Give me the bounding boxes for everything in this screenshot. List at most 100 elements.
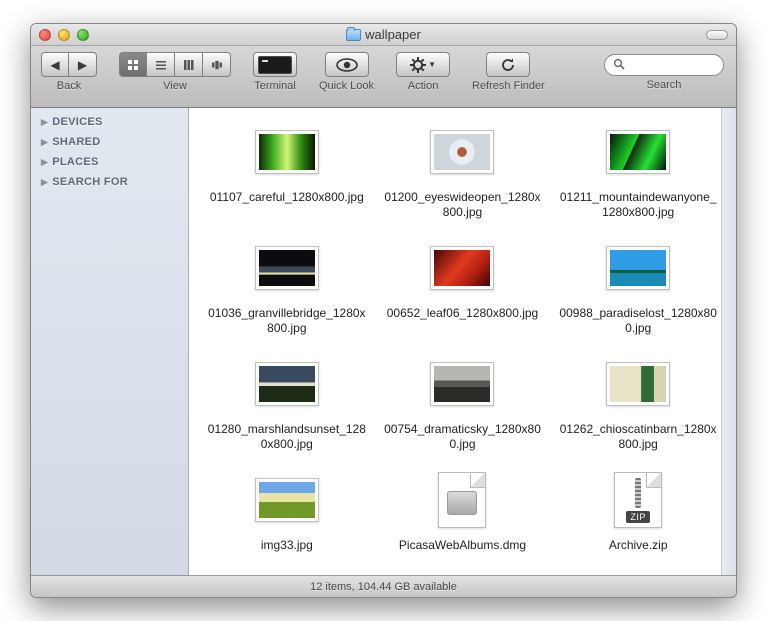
close-icon[interactable]	[39, 29, 51, 41]
file-thumbnail	[430, 352, 494, 416]
file-item[interactable]: img33.jpg	[199, 468, 375, 553]
image-thumbnail-icon	[430, 130, 494, 174]
finder-window: wallpaper ◀ ▶ Back	[30, 23, 737, 598]
action-button[interactable]: ▼	[396, 52, 450, 77]
zip-icon: ZIP	[614, 472, 662, 528]
back-button[interactable]: ◀	[41, 52, 69, 77]
sidebar-section-shared[interactable]: ▶ SHARED	[31, 132, 188, 152]
file-item[interactable]: 01036_granvillebridge_1280x800.jpg	[199, 236, 375, 336]
sidebar-label: SHARED	[52, 136, 100, 148]
search-input[interactable]	[604, 54, 724, 76]
search-group: Search	[604, 52, 724, 91]
minimize-icon[interactable]	[58, 29, 70, 41]
sidebar-label: SEARCH FOR	[52, 176, 128, 188]
image-thumbnail-icon	[255, 130, 319, 174]
file-thumbnail	[430, 120, 494, 184]
forward-button[interactable]: ▶	[69, 52, 97, 77]
view-label: View	[163, 80, 187, 92]
file-name: 01280_marshlandsunset_1280x800.jpg	[207, 422, 367, 452]
back-label: Back	[57, 80, 81, 92]
eye-icon	[336, 58, 358, 72]
file-thumbnail	[606, 236, 670, 300]
quicklook-button[interactable]	[325, 52, 369, 77]
image-thumbnail-icon	[255, 362, 319, 406]
toolbar: ◀ ▶ Back View	[31, 46, 736, 108]
column-view-button[interactable]	[175, 52, 203, 77]
file-thumbnail	[438, 468, 486, 532]
disclosure-icon: ▶	[41, 157, 48, 168]
file-content-area[interactable]: 01107_careful_1280x800.jpg 01200_eyeswide…	[189, 108, 736, 575]
action-group: ▼ Action	[396, 52, 450, 92]
image-thumbnail-icon	[255, 246, 319, 290]
file-name: 00754_dramaticsky_1280x800.jpg	[382, 422, 542, 452]
file-item[interactable]: 00652_leaf06_1280x800.jpg	[375, 236, 551, 336]
window-title: wallpaper	[31, 27, 736, 42]
image-thumbnail-icon	[606, 362, 670, 406]
file-name: Archive.zip	[609, 538, 668, 553]
image-thumbnail-icon	[255, 478, 319, 522]
status-bar: 12 items, 104.44 GB available	[31, 575, 736, 597]
zip-badge: ZIP	[626, 511, 650, 523]
window-controls	[39, 29, 89, 41]
file-name: img33.jpg	[261, 538, 313, 553]
view-group: View	[119, 52, 231, 92]
sidebar-section-places[interactable]: ▶ PLACES	[31, 152, 188, 172]
back-forward-group: ◀ ▶ Back	[41, 52, 97, 92]
terminal-button[interactable]	[253, 52, 297, 77]
file-item[interactable]: 01262_chioscatinbarn_1280x800.jpg	[550, 352, 726, 452]
search-icon	[613, 58, 625, 73]
chevron-down-icon: ▼	[428, 60, 436, 69]
file-name: 01107_careful_1280x800.jpg	[210, 190, 364, 205]
file-name: 01211_mountaindewanyone_1280x800.jpg	[558, 190, 718, 220]
file-item[interactable]: 00754_dramaticsky_1280x800.jpg	[375, 352, 551, 452]
window-body: ▶ DEVICES ▶ SHARED ▶ PLACES ▶ SEARCH FOR…	[31, 108, 736, 575]
file-name: 00652_leaf06_1280x800.jpg	[387, 306, 538, 321]
coverflow-view-button[interactable]	[203, 52, 231, 77]
sidebar-label: DEVICES	[52, 116, 102, 128]
action-label: Action	[408, 80, 439, 92]
sidebar-section-searchfor[interactable]: ▶ SEARCH FOR	[31, 172, 188, 192]
file-item[interactable]: ZIP Archive.zip	[550, 468, 726, 553]
refresh-icon	[500, 57, 516, 73]
file-name: 01262_chioscatinbarn_1280x800.jpg	[558, 422, 718, 452]
quicklook-group: Quick Look	[319, 52, 374, 92]
file-item[interactable]: 00988_paradiselost_1280x800.jpg	[550, 236, 726, 336]
file-thumbnail	[606, 120, 670, 184]
sidebar-section-devices[interactable]: ▶ DEVICES	[31, 112, 188, 132]
file-thumbnail	[606, 352, 670, 416]
file-name: 01200_eyeswideopen_1280x800.jpg	[382, 190, 542, 220]
zoom-icon[interactable]	[77, 29, 89, 41]
vertical-scrollbar[interactable]	[721, 108, 736, 575]
refresh-label: Refresh Finder	[472, 80, 545, 92]
terminal-icon	[258, 56, 292, 74]
refresh-button[interactable]	[486, 52, 530, 77]
file-item[interactable]: 01280_marshlandsunset_1280x800.jpg	[199, 352, 375, 452]
file-item[interactable]: 01107_careful_1280x800.jpg	[199, 120, 375, 220]
file-thumbnail	[255, 236, 319, 300]
file-grid: 01107_careful_1280x800.jpg 01200_eyeswide…	[189, 108, 736, 563]
window-title-text: wallpaper	[365, 27, 421, 42]
list-view-button[interactable]	[147, 52, 175, 77]
folder-icon	[346, 29, 361, 41]
file-item[interactable]: 01211_mountaindewanyone_1280x800.jpg	[550, 120, 726, 220]
file-thumbnail	[255, 120, 319, 184]
status-text: 12 items, 104.44 GB available	[310, 581, 457, 593]
terminal-label: Terminal	[254, 80, 296, 92]
quicklook-label: Quick Look	[319, 80, 374, 92]
image-thumbnail-icon	[606, 246, 670, 290]
file-thumbnail	[255, 468, 319, 532]
disclosure-icon: ▶	[41, 177, 48, 188]
file-item[interactable]: PicasaWebAlbums.dmg	[375, 468, 551, 553]
file-name: 00988_paradiselost_1280x800.jpg	[558, 306, 718, 336]
file-item[interactable]: 01200_eyeswideopen_1280x800.jpg	[375, 120, 551, 220]
toolbar-toggle-pill[interactable]	[706, 30, 728, 40]
gear-icon	[410, 57, 426, 73]
search-label: Search	[647, 79, 682, 91]
sidebar-label: PLACES	[52, 156, 98, 168]
refresh-group: Refresh Finder	[472, 52, 545, 92]
file-thumbnail: ZIP	[614, 468, 662, 532]
disclosure-icon: ▶	[41, 137, 48, 148]
titlebar[interactable]: wallpaper	[31, 24, 736, 46]
icon-view-button[interactable]	[119, 52, 147, 77]
image-thumbnail-icon	[430, 362, 494, 406]
